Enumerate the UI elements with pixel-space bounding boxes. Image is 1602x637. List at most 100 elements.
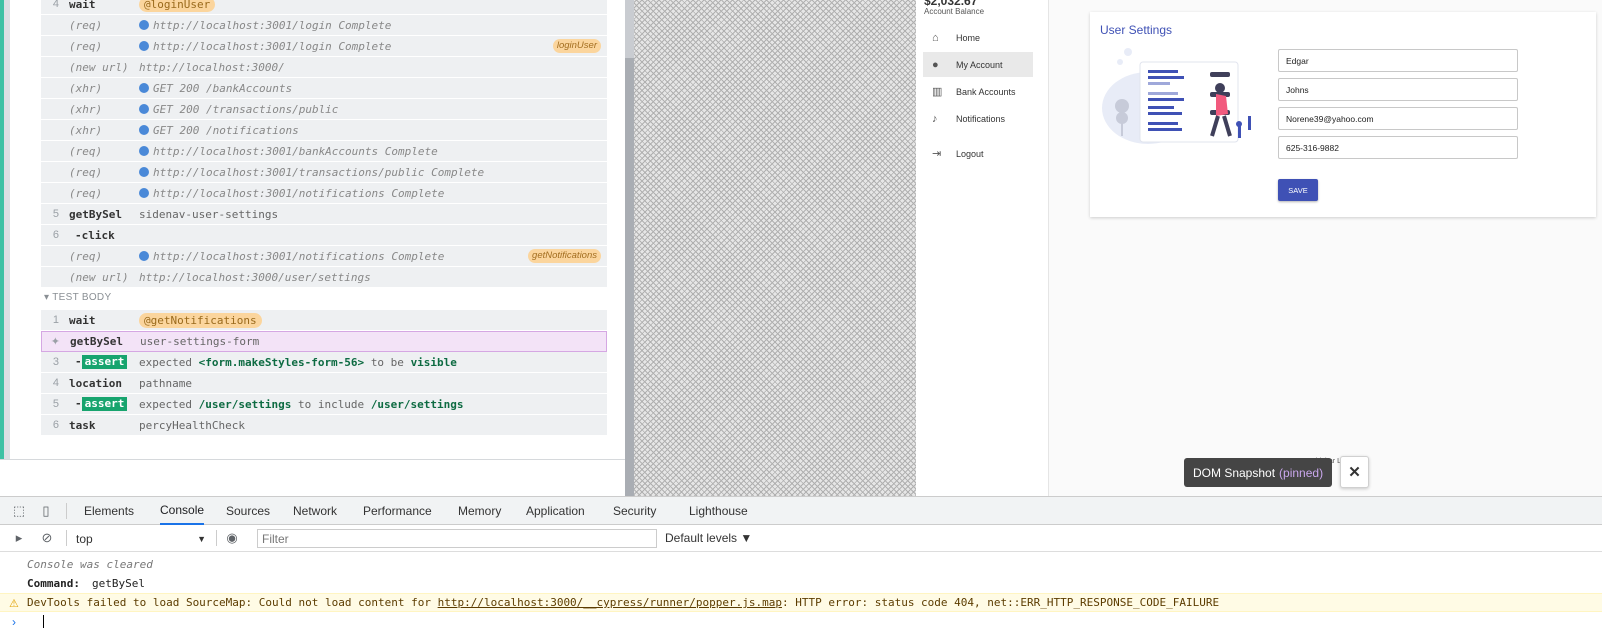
sidebar-toggle-icon[interactable]: ▸ — [11, 530, 27, 546]
inspect-element-icon[interactable]: ⬚ — [11, 503, 27, 519]
command-number: 4 — [52, 0, 59, 10]
assert-subject: /user/settings — [198, 397, 292, 411]
command-row[interactable]: 5- assert expected /user/settings to inclu… — [41, 394, 607, 415]
request-status-icon — [139, 83, 149, 93]
command-row[interactable]: (req) http://localhost:3001/login Complet… — [41, 15, 607, 36]
command-message: http://localhost:3001/transactions/publi… — [139, 166, 607, 179]
sidenav-item-logout[interactable]: ⇥ Logout — [923, 141, 1033, 166]
tab-network[interactable]: Network — [293, 497, 337, 525]
assert-badge: assert — [81, 355, 128, 369]
assert-expected: expected — [139, 397, 192, 411]
phone-input[interactable]: 625-316-9882 — [1278, 136, 1518, 159]
command-row[interactable]: 6 task percyHealthCheck — [41, 415, 607, 436]
command-name: task — [69, 418, 96, 432]
command-row[interactable]: (req) http://localhost:3001/notifications… — [41, 183, 607, 204]
snapshot-pinned: (pinned) — [1279, 465, 1324, 480]
command-row[interactable]: 6 -click — [41, 225, 607, 246]
command-message: http://localhost:3001/notifications Comp… — [139, 187, 607, 200]
sidenav-item-notifications[interactable]: ♪ Notifications — [923, 106, 1033, 131]
home-icon: ⌂ — [932, 31, 939, 44]
command-message: http://localhost:3001/login Complete — [139, 19, 607, 32]
assert-value: visible — [410, 355, 457, 369]
command-message: http://localhost:3000/user/settings — [139, 271, 607, 284]
command-row[interactable]: 4 location pathname — [41, 373, 607, 394]
log-levels-dropdown[interactable]: Default levels ▼ — [665, 531, 752, 545]
tab-sources[interactable]: Sources — [226, 497, 270, 525]
command-row[interactable]: (new url) http://localhost:3000/user/sett… — [41, 267, 607, 288]
devtools-panel: ⬚ ▯ Elements Console Sources Network Perform… — [0, 496, 1602, 637]
command-message-text: GET 200 /notifications — [153, 123, 299, 137]
clear-console-icon[interactable]: ⊘ — [39, 530, 55, 546]
console-prompt-line[interactable]: › — [0, 612, 1602, 631]
email-input[interactable]: Norene39@yahoo.com — [1278, 107, 1518, 130]
device-toolbar-icon[interactable]: ▯ — [38, 503, 54, 519]
sidenav-item-bank-accounts[interactable]: ▥ Bank Accounts — [923, 79, 1033, 104]
command-name: getBySel — [69, 207, 122, 221]
last-name-input[interactable]: Johns — [1278, 78, 1518, 101]
request-status-icon — [139, 125, 149, 135]
command-name: (new url) — [69, 270, 129, 284]
command-row[interactable]: (req) http://localhost:3001/bankAccounts … — [41, 141, 607, 162]
tab-memory[interactable]: Memory — [458, 497, 501, 525]
assert-value: /user/settings — [370, 397, 464, 411]
unpin-snapshot-button[interactable]: ✕ — [1340, 456, 1369, 488]
command-message-text: http://localhost:3001/login Complete — [153, 39, 392, 53]
sourcemap-link[interactable]: http://localhost:3000/__cypress/runner/p… — [438, 596, 782, 609]
sidenav-item-home[interactable]: ⌂ Home — [923, 25, 1033, 50]
command-name: (req) — [69, 144, 103, 158]
tab-lighthouse[interactable]: Lighthouse — [689, 497, 748, 525]
request-status-icon — [139, 251, 149, 261]
command-row[interactable]: (new url) http://localhost:3000/ — [41, 57, 607, 78]
first-name-input[interactable]: Edgar — [1278, 49, 1518, 72]
alias-badge: @getNotifications — [139, 312, 262, 328]
tab-performance[interactable]: Performance — [363, 497, 432, 525]
request-status-icon — [139, 188, 149, 198]
command-message-text: http://localhost:3001/notifications Comp… — [153, 249, 445, 263]
tab-security[interactable]: Security — [613, 497, 656, 525]
console-caret — [43, 615, 44, 628]
command-row[interactable]: (xhr) GET 200 /notifications — [41, 120, 607, 141]
tab-application[interactable]: Application — [526, 497, 585, 525]
command-row[interactable]: (xhr) GET 200 /bankAccounts — [41, 78, 607, 99]
console-cleared-line: Console was cleared — [0, 555, 1602, 574]
console-filter-input[interactable]: Filter — [257, 529, 657, 548]
command-row[interactable]: (req) http://localhost:3001/transactions/… — [41, 162, 607, 183]
command-number: 5 — [52, 208, 59, 220]
command-message-text: http://localhost:3001/transactions/publi… — [153, 165, 485, 179]
command-name: (xhr) — [69, 123, 103, 137]
test-body-header[interactable]: ▾ TEST BODY — [44, 292, 111, 303]
command-message: http://localhost:3001/bankAccounts Compl… — [139, 145, 607, 158]
command-message-text: http://localhost:3000/ — [139, 60, 285, 74]
alias-tag: loginUser — [552, 39, 601, 53]
cypress-runner-panel: 4 wait @loginUser (req) http://localhost:300… — [0, 0, 634, 496]
pinned-command-row[interactable]: ✦ getBySel user-settings-form — [41, 331, 607, 352]
command-row[interactable]: (req) http://localhost:3001/notifications… — [41, 246, 607, 267]
command-name: wait — [69, 313, 96, 327]
command-row[interactable]: 4 wait @loginUser — [41, 0, 607, 15]
sidenav-label-home: Home — [956, 32, 981, 43]
command-message-text: http://localhost:3001/login Complete — [153, 18, 392, 32]
command-message: GET 200 /transactions/public — [139, 103, 607, 116]
tab-elements[interactable]: Elements — [84, 497, 134, 525]
command-row[interactable]: (xhr) GET 200 /transactions/public — [41, 99, 607, 120]
save-button[interactable]: SAVE — [1278, 179, 1318, 201]
context-select[interactable]: top ▼ — [76, 531, 206, 547]
command-message: http://localhost:3001/login Complete — [139, 40, 607, 53]
tab-console[interactable]: Console — [160, 497, 205, 525]
command-number: 3 — [52, 356, 59, 368]
sidenav-item-my-account[interactable]: ● My Account — [923, 52, 1033, 77]
command-row[interactable]: 1 wait @getNotifications — [41, 310, 607, 331]
pin-icon[interactable]: ✦ — [42, 335, 70, 348]
command-message-text: GET 200 /transactions/public — [153, 102, 339, 116]
request-status-icon — [139, 167, 149, 177]
warning-suffix: : HTTP error: status code 404, net::ERR_… — [781, 596, 1220, 609]
command-name: - assert — [69, 355, 139, 369]
command-name: (new url) — [69, 60, 129, 74]
request-status-icon — [139, 146, 149, 156]
command-message: GET 200 /bankAccounts — [139, 82, 607, 95]
command-row[interactable]: 5 getBySel sidenav-user-settings — [41, 204, 607, 225]
eye-icon[interactable]: ◉ — [224, 530, 240, 546]
runner-scroll-thumb[interactable] — [625, 58, 634, 496]
command-row[interactable]: 3- assert expected <form.makeStyles-form-5… — [41, 352, 607, 373]
command-row[interactable]: (req) http://localhost:3001/login Complet… — [41, 36, 607, 57]
